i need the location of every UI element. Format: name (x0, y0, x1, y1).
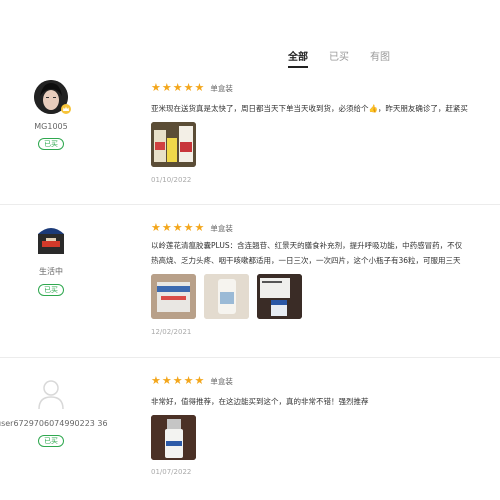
review-date: 12/02/2021 (151, 328, 192, 336)
divider (0, 204, 500, 205)
review-photo[interactable] (151, 274, 196, 319)
reviewer-info: MG1005 已买 (0, 80, 102, 150)
avatar[interactable] (34, 224, 68, 258)
review-content: ★ ★ ★ ★ ★ 单盒装 非常好，值得推荐，在这边能买到这个，真的非常不错！强… (151, 375, 500, 460)
review-photos (151, 274, 500, 319)
star-icon: ★ (151, 81, 161, 94)
star-icon: ★ (161, 374, 172, 387)
sku-label: 单盒装 (210, 223, 233, 233)
tab-with-images[interactable]: 有图 (370, 48, 390, 68)
review-date: 01/07/2022 (151, 468, 192, 476)
star-icon: ★ (161, 81, 172, 94)
review-photo[interactable] (151, 415, 196, 460)
review-text-line: 热高烧、乏力头疼、咽干咳嗽都适用，一日三次，一次四片，这个小瓶子有36粒，可服用… (151, 256, 461, 265)
tab-all[interactable]: 全部 (288, 48, 308, 68)
star-icon: ★ (183, 81, 194, 94)
tab-bought[interactable]: 已买 (329, 48, 349, 68)
reviewer-username: 生活中 (39, 267, 63, 276)
divider (0, 357, 500, 358)
reviewer-username: MG1005 (34, 122, 68, 131)
star-icon: ★ (172, 81, 183, 94)
review-photo[interactable] (151, 122, 196, 167)
reviewer-username: user6729706074990223 36 (0, 419, 108, 428)
rating-stars: ★ ★ ★ ★ ★ 单盒装 (151, 222, 500, 234)
review-photo[interactable] (204, 274, 249, 319)
review-text: 亚米现在送货真是太快了，周日都当天下单当天收到货，必须给个👍，昨天朋友确诊了，赶… (151, 104, 468, 113)
review-photos (151, 415, 500, 460)
review-date: 01/10/2022 (151, 176, 192, 184)
star-icon: ★ (161, 221, 172, 234)
bought-badge: 已买 (38, 284, 64, 296)
rating-stars: ★ ★ ★ ★ ★ 单盒装 (151, 82, 500, 94)
review-text: 非常好，值得推荐，在这边能买到这个，真的非常不错！强烈推荐 (151, 397, 369, 406)
reviewer-info: 生活中 已买 (0, 224, 102, 296)
review-photos (151, 122, 500, 167)
star-icon: ★ (172, 374, 183, 387)
review-photo[interactable] (257, 274, 302, 319)
rating-stars: ★ ★ ★ ★ ★ 单盒装 (151, 375, 500, 387)
star-icon: ★ (172, 221, 183, 234)
review-text-line: 以岭莲花清瘟胶囊PLUS：含连翘苷、红景天的膳食补充剂，提升呼吸功能，中药感冒药… (151, 241, 463, 250)
star-icon: ★ (183, 374, 194, 387)
sku-label: 单盒装 (210, 376, 233, 386)
star-icon: ★ (151, 374, 161, 387)
review-content: ★ ★ ★ ★ ★ 单盒装 以岭莲花清瘟胶囊PLUS：含连翘苷、红景天的膳食补充… (151, 222, 500, 319)
bought-badge: 已买 (38, 138, 64, 150)
crown-badge-icon (61, 104, 71, 114)
default-user-icon (38, 380, 64, 410)
sku-label: 单盒装 (210, 83, 233, 93)
review-filter-tabs: 全部 已买 有图 (288, 48, 411, 68)
bought-badge: 已买 (38, 435, 64, 447)
avatar[interactable] (34, 377, 68, 411)
review-text: 以岭莲花清瘟胶囊PLUS：含连翘苷、红景天的膳食补充剂，提升呼吸功能，中药感冒药… (151, 238, 500, 268)
star-icon: ★ (151, 221, 161, 234)
reviewer-info: user6729706074990223 36 已买 (0, 377, 108, 447)
avatar-car-icon (38, 228, 64, 254)
review-content: ★ ★ ★ ★ ★ 单盒装 亚米现在送货真是太快了，周日都当天下单当天收到货，必… (151, 82, 500, 167)
star-icon: ★ (194, 221, 205, 234)
star-icon: ★ (183, 221, 194, 234)
star-icon: ★ (194, 374, 205, 387)
star-icon: ★ (194, 81, 205, 94)
